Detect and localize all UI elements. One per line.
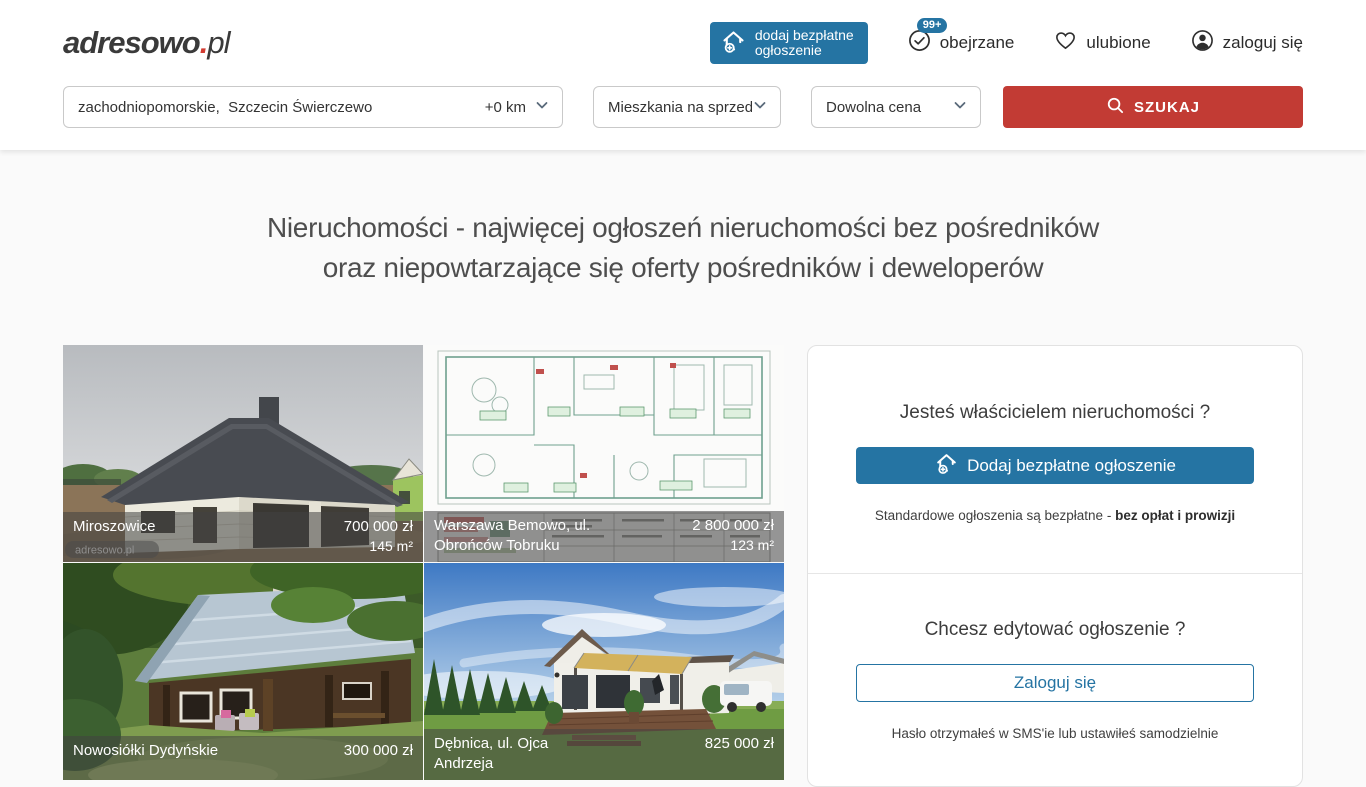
owner-section: Jesteś właścicielem nieruchomości ? Doda…: [808, 346, 1302, 573]
favorites-label: ulubione: [1086, 33, 1150, 53]
price-value: Dowolna cena: [826, 99, 952, 116]
search-button-label: SZUKAJ: [1134, 99, 1200, 116]
property-type-select[interactable]: Mieszkania na sprzedaż: [593, 86, 781, 128]
page-title: Nieruchomości - najwięcej ogłoszeń nieru…: [0, 208, 1366, 288]
header-top-row: adresowo.pl dodaj bezpłatne ogłoszenie 9…: [0, 0, 1366, 86]
edit-section: Chcesz edytować ogłoszenie ? Zaloguj się…: [808, 574, 1302, 741]
site-header: adresowo.pl dodaj bezpłatne ogłoszenie 9…: [0, 0, 1366, 150]
chevron-down-icon: [952, 97, 968, 117]
owner-section-title: Jesteś właścicielem nieruchomości ?: [856, 402, 1254, 424]
logo-brand-text: adresowo: [63, 25, 200, 61]
edit-section-note: Hasło otrzymałeś w SMS'ie lub ustawiłeś …: [856, 726, 1254, 741]
listing-area: 123 m²: [730, 536, 774, 555]
login-button[interactable]: Zaloguj się: [856, 664, 1254, 702]
listing-name: Dębnica, ul. Ojca Andrzeja: [434, 734, 609, 774]
viewed-label: obejrzane: [940, 33, 1015, 53]
house-plus-icon: [934, 451, 959, 481]
add-listing-button[interactable]: dodaj bezpłatne ogłoszenie: [710, 22, 868, 64]
listing-caption: Miroszowice 700 000 zł 145 m²: [63, 512, 423, 562]
listing-price: 300 000 zł: [344, 741, 413, 761]
price-select[interactable]: Dowolna cena: [811, 86, 981, 128]
listing-price: 825 000 zł: [705, 734, 774, 754]
radius-value: +0 km: [485, 99, 526, 116]
listing-card[interactable]: Nowosiółki Dydyńskie 300 000 zł: [63, 563, 423, 780]
hero-heading-block: Nieruchomości - najwięcej ogłoszeń nieru…: [0, 208, 1366, 288]
user-icon: [1191, 29, 1214, 57]
viewed-link[interactable]: 99+ obejrzane: [908, 29, 1015, 57]
add-free-listing-label: Dodaj bezpłatne ogłoszenie: [967, 456, 1176, 476]
chevron-down-icon: [534, 97, 550, 117]
listing-name: Nowosiółki Dydyńskie: [73, 741, 248, 761]
listing-caption: Warszawa Bemowo, ul. Obrońców Tobruku 2 …: [424, 511, 784, 562]
sidebar: Jesteś właścicielem nieruchomości ? Doda…: [807, 345, 1303, 787]
owner-section-note: Standardowe ogłoszenia są bezpłatne - be…: [856, 508, 1254, 523]
login-link[interactable]: zaloguj się: [1191, 29, 1303, 57]
listing-card[interactable]: adresowo.pl Miroszowice 700 000 zł 145 m…: [63, 345, 423, 562]
house-plus-icon: [720, 28, 747, 58]
listing-card[interactable]: Warszawa Bemowo, ul. Obrońców Tobruku 2 …: [424, 345, 784, 562]
listings-grid: adresowo.pl Miroszowice 700 000 zł 145 m…: [63, 345, 784, 780]
header-actions: dodaj bezpłatne ogłoszenie 99+ obejrzane…: [710, 22, 1303, 64]
login-label: zaloguj się: [1223, 33, 1303, 53]
logo-tld-text: pl: [207, 25, 229, 61]
edit-section-title: Chcesz edytować ogłoszenie ?: [856, 619, 1254, 641]
check-circle-icon: [908, 29, 931, 57]
viewed-count-badge: 99+: [917, 18, 948, 33]
location-value: zachodniopomorskie, Szczecin Świerczewo: [78, 99, 485, 116]
chevron-down-icon: [752, 97, 768, 117]
listing-area: 145 m²: [369, 537, 413, 556]
listing-name: Warszawa Bemowo, ul. Obrońców Tobruku: [434, 516, 609, 556]
property-type-value: Mieszkania na sprzedaż: [608, 99, 752, 116]
listing-caption: Dębnica, ul. Ojca Andrzeja 825 000 zł: [424, 729, 784, 780]
favorites-link[interactable]: ulubione: [1054, 29, 1150, 57]
add-listing-label: dodaj bezpłatne ogłoszenie: [755, 28, 854, 58]
search-button[interactable]: SZUKAJ: [1003, 86, 1303, 128]
add-free-listing-button[interactable]: Dodaj bezpłatne ogłoszenie: [856, 447, 1254, 484]
listing-price: 2 800 000 zł: [692, 516, 774, 536]
owner-panel: Jesteś właścicielem nieruchomości ? Doda…: [807, 345, 1303, 787]
search-icon: [1106, 96, 1125, 119]
listing-card[interactable]: Dębnica, ul. Ojca Andrzeja 825 000 zł: [424, 563, 784, 780]
main-content: Nieruchomości - najwięcej ogłoszeń nieru…: [0, 208, 1366, 787]
heart-icon: [1054, 29, 1077, 57]
listing-name: Miroszowice: [73, 517, 248, 537]
search-bar: zachodniopomorskie, Szczecin Świerczewo …: [0, 86, 1366, 128]
location-input[interactable]: zachodniopomorskie, Szczecin Świerczewo …: [63, 86, 563, 128]
listing-price: 700 000 zł: [344, 517, 413, 537]
listing-caption: Nowosiółki Dydyńskie 300 000 zł: [63, 736, 423, 780]
site-logo[interactable]: adresowo.pl: [63, 25, 229, 61]
